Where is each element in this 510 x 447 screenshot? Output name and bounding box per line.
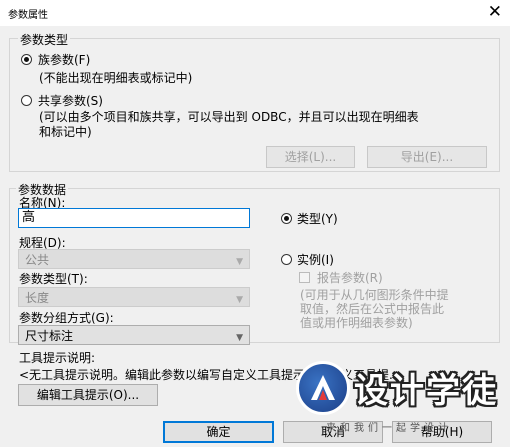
shared-param-note-1: (可以由多个项目和族共享，可以导出到 ODBC，并且可以出现在明细表 <box>39 110 419 124</box>
edit-tooltip-button[interactable]: 编辑工具提示(O)... <box>18 384 158 406</box>
group-select[interactable]: 尺寸标注 ▼ <box>18 325 250 345</box>
select-button[interactable]: 选择(L)... <box>266 146 355 168</box>
type-radio[interactable] <box>281 213 292 224</box>
param-type-label: 参数类型(T): <box>19 272 88 286</box>
report-param-checkbox[interactable] <box>299 272 310 283</box>
close-icon[interactable]: ✕ <box>488 2 502 22</box>
family-param-label[interactable]: 族参数(F) <box>38 51 90 68</box>
type-radio-label[interactable]: 类型(Y) <box>297 210 338 227</box>
param-type-legend: 参数类型 <box>18 31 71 48</box>
family-param-note: (不能出现在明细表或标记中) <box>39 71 193 85</box>
shared-param-radio[interactable] <box>21 95 32 106</box>
discipline-value: 公共 <box>25 253 50 267</box>
ok-button[interactable]: 确定 <box>163 421 274 443</box>
param-type-value: 长度 <box>25 291 50 305</box>
family-param-radio[interactable] <box>21 54 32 65</box>
instance-radio-label[interactable]: 实例(I) <box>297 251 334 268</box>
report-note-3: 值或用作明细表参数) <box>300 316 413 330</box>
chevron-down-icon: ▼ <box>236 257 243 267</box>
group-label: 参数分组方式(G): <box>19 311 114 325</box>
watermark-subtitle: 来和我们一起学设计 <box>326 423 452 434</box>
tooltip-label: 工具提示说明: <box>19 351 96 365</box>
watermark-logo: 设计学徒 来和我们一起学设计 <box>296 357 504 443</box>
shared-param-label[interactable]: 共享参数(S) <box>38 92 103 109</box>
export-button[interactable]: 导出(E)... <box>367 146 487 168</box>
title-bar: 参数属性 ✕ <box>0 0 510 26</box>
chevron-down-icon: ▼ <box>236 333 243 343</box>
watermark-title: 设计学徒 <box>354 371 498 411</box>
chevron-down-icon: ▼ <box>236 295 243 305</box>
window-title: 参数属性 <box>8 10 48 21</box>
param-type-select[interactable]: 长度 ▼ <box>18 287 250 307</box>
name-input[interactable]: 高 <box>18 208 250 228</box>
shared-param-note-2: 和标记中) <box>39 125 92 139</box>
group-value: 尺寸标注 <box>25 329 74 343</box>
watermark-emblem-icon <box>296 361 350 415</box>
discipline-select[interactable]: 公共 ▼ <box>18 249 250 269</box>
report-param-label[interactable]: 报告参数(R) <box>317 269 383 286</box>
instance-radio[interactable] <box>281 254 292 265</box>
